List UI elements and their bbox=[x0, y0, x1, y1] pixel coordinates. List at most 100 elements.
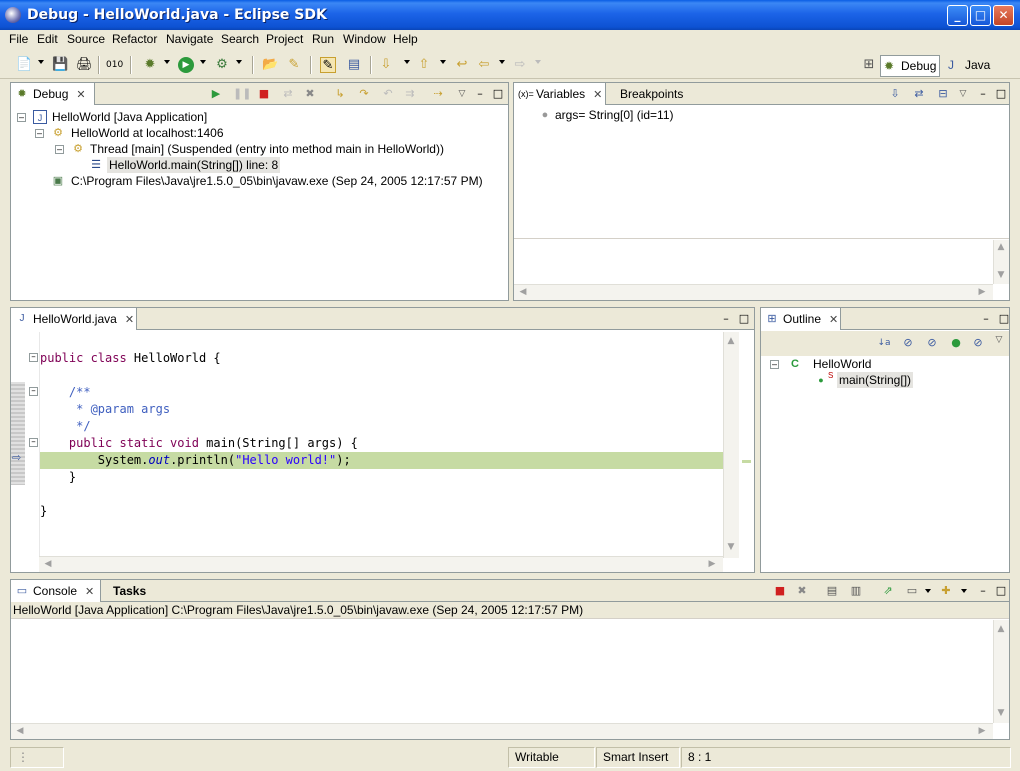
pin-console-icon[interactable]: ⇗ bbox=[881, 584, 895, 598]
view-menu-icon[interactable]: ▽ bbox=[956, 87, 970, 101]
menu-file[interactable]: File bbox=[9, 32, 28, 46]
open-console-dropdown-icon[interactable] bbox=[961, 589, 967, 593]
show-whitespace-icon[interactable]: ▤ bbox=[346, 57, 362, 73]
view-menu-icon[interactable]: ▽ bbox=[992, 333, 1006, 347]
step-into-icon[interactable]: ↳ bbox=[333, 87, 347, 101]
perspective-debug[interactable]: ✹ Debug bbox=[880, 55, 940, 77]
terminate-icon[interactable]: ■ bbox=[257, 87, 271, 101]
console-horizontal-scrollbar[interactable]: ◀ ▶ bbox=[11, 723, 993, 739]
close-tab-icon[interactable]: ✕ bbox=[85, 586, 94, 598]
minimize-view-icon[interactable]: – bbox=[979, 312, 993, 326]
hide-static-icon[interactable]: ⊘ bbox=[925, 336, 939, 350]
tab-outline[interactable]: ⊞ Outline ✕ bbox=[761, 308, 841, 330]
tab-debug[interactable]: ✹ Debug ✕ bbox=[11, 83, 95, 105]
open-type-icon[interactable]: 📂 bbox=[262, 57, 278, 73]
editor-horizontal-scrollbar[interactable]: ◀ ▶ bbox=[39, 556, 723, 572]
close-tab-icon[interactable]: ✕ bbox=[593, 89, 602, 101]
collapse-all-icon[interactable]: ⊟ bbox=[936, 87, 950, 101]
code-area[interactable]: public class HelloWorld { /** * @param a… bbox=[39, 332, 724, 558]
close-tab-icon[interactable]: ✕ bbox=[125, 314, 134, 326]
binary-icon[interactable]: 010 bbox=[106, 57, 123, 73]
forward-icon[interactable]: ⇨ bbox=[512, 57, 528, 73]
menu-help[interactable]: Help bbox=[393, 32, 418, 46]
show-type-names-icon[interactable]: ⇩ bbox=[888, 87, 902, 101]
use-step-filters-icon[interactable]: ⇢ bbox=[431, 87, 445, 101]
open-resource-icon[interactable]: ✎ bbox=[286, 57, 302, 73]
step-over-icon[interactable]: ↷ bbox=[357, 87, 371, 101]
new-icon[interactable]: 📄 bbox=[16, 57, 32, 73]
print-icon[interactable]: 🖨 bbox=[76, 57, 93, 73]
minimize-view-icon[interactable]: – bbox=[976, 584, 990, 598]
previous-annotation-dropdown-icon[interactable] bbox=[440, 60, 446, 64]
maximize-button[interactable]: □ bbox=[970, 5, 991, 26]
minimize-button[interactable]: _ bbox=[947, 5, 968, 26]
view-menu-icon[interactable]: ▽ bbox=[455, 87, 469, 101]
sort-icon[interactable]: ↓a bbox=[877, 336, 891, 350]
next-annotation-dropdown-icon[interactable] bbox=[404, 60, 410, 64]
menu-edit[interactable]: Edit bbox=[37, 32, 58, 46]
fold-toggle-icon[interactable]: – bbox=[29, 438, 38, 447]
menu-window[interactable]: Window bbox=[343, 32, 386, 46]
maximize-view-icon[interactable]: □ bbox=[994, 87, 1008, 101]
display-console-dropdown-icon[interactable] bbox=[925, 589, 931, 593]
menu-navigate[interactable]: Navigate bbox=[166, 32, 213, 46]
open-console-icon[interactable]: ✚ bbox=[939, 584, 953, 598]
scroll-lock-icon[interactable]: ▥ bbox=[849, 584, 863, 598]
previous-annotation-icon[interactable]: ⇧ bbox=[416, 57, 432, 73]
run-icon[interactable]: ▶ bbox=[178, 57, 194, 73]
mark-occurrences-icon[interactable]: ✎ bbox=[320, 57, 336, 73]
console-vertical-scrollbar[interactable]: ▲ ▼ bbox=[993, 620, 1009, 723]
run-dropdown-icon[interactable] bbox=[200, 60, 206, 64]
minimize-view-icon[interactable]: – bbox=[473, 87, 487, 101]
open-perspective-icon[interactable]: ⊞ bbox=[861, 57, 877, 73]
back-dropdown-icon[interactable] bbox=[499, 60, 505, 64]
external-tools-icon[interactable]: ⚙ bbox=[214, 57, 230, 73]
maximize-view-icon[interactable]: □ bbox=[491, 87, 505, 101]
show-logical-structure-icon[interactable]: ⇄ bbox=[912, 87, 926, 101]
hide-non-public-icon[interactable]: ● bbox=[949, 336, 963, 350]
menu-project[interactable]: Project bbox=[266, 32, 303, 46]
tab-tasks[interactable]: Tasks bbox=[101, 580, 159, 602]
details-vertical-scrollbar[interactable]: ▲ ▼ bbox=[993, 240, 1009, 284]
menu-source[interactable]: Source bbox=[67, 32, 105, 46]
tab-variables[interactable]: (x)= Variables ✕ bbox=[514, 83, 606, 105]
minimize-view-icon[interactable]: – bbox=[719, 312, 733, 326]
debug-dropdown-icon[interactable] bbox=[164, 60, 170, 64]
external-tools-dropdown-icon[interactable] bbox=[236, 60, 242, 64]
fold-toggle-icon[interactable]: – bbox=[29, 353, 38, 362]
hide-local-types-icon[interactable]: ⊘ bbox=[971, 336, 985, 350]
maximize-view-icon[interactable]: □ bbox=[994, 584, 1008, 598]
save-icon[interactable]: 💾 bbox=[52, 57, 68, 73]
drop-to-frame-icon[interactable]: ⇉ bbox=[403, 87, 417, 101]
forward-dropdown-icon[interactable] bbox=[535, 60, 541, 64]
tab-console[interactable]: ▭ Console ✕ bbox=[11, 580, 101, 602]
fold-toggle-icon[interactable]: – bbox=[29, 387, 38, 396]
close-tab-icon[interactable]: ✕ bbox=[829, 314, 838, 326]
editor-vertical-scrollbar[interactable]: ▲ ▼ bbox=[723, 332, 739, 558]
remove-launch-icon[interactable]: ✖ bbox=[795, 584, 809, 598]
last-edit-icon[interactable]: ↩ bbox=[454, 57, 470, 73]
next-annotation-icon[interactable]: ⇩ bbox=[378, 57, 394, 73]
tab-breakpoints[interactable]: Breakpoints bbox=[606, 83, 686, 105]
remove-terminated-icon[interactable]: ✖ bbox=[303, 87, 317, 101]
maximize-view-icon[interactable]: □ bbox=[737, 312, 751, 326]
debug-icon[interactable]: ✹ bbox=[142, 57, 158, 73]
perspective-java[interactable]: J Java bbox=[945, 55, 995, 77]
details-horizontal-scrollbar[interactable]: ◀ ▶ bbox=[514, 284, 993, 300]
close-button[interactable]: ✕ bbox=[993, 5, 1014, 26]
menu-search[interactable]: Search bbox=[221, 32, 259, 46]
new-dropdown-icon[interactable] bbox=[38, 60, 44, 64]
terminate-icon[interactable]: ■ bbox=[773, 584, 787, 598]
back-icon[interactable]: ⇦ bbox=[476, 57, 492, 73]
menu-refactor[interactable]: Refactor bbox=[112, 32, 157, 46]
disconnect-icon[interactable]: ⇄ bbox=[281, 87, 295, 101]
suspend-icon[interactable]: ❚❚ bbox=[233, 87, 251, 101]
resume-icon[interactable]: ▶ bbox=[209, 87, 223, 101]
minimize-view-icon[interactable]: – bbox=[976, 87, 990, 101]
step-return-icon[interactable]: ↶ bbox=[381, 87, 395, 101]
hide-fields-icon[interactable]: ⊘ bbox=[901, 336, 915, 350]
tab-helloworld-java[interactable]: J HelloWorld.java ✕ bbox=[11, 308, 137, 330]
menu-run[interactable]: Run bbox=[312, 32, 334, 46]
display-console-icon[interactable]: ▭ bbox=[905, 584, 919, 598]
maximize-view-icon[interactable]: □ bbox=[997, 312, 1011, 326]
